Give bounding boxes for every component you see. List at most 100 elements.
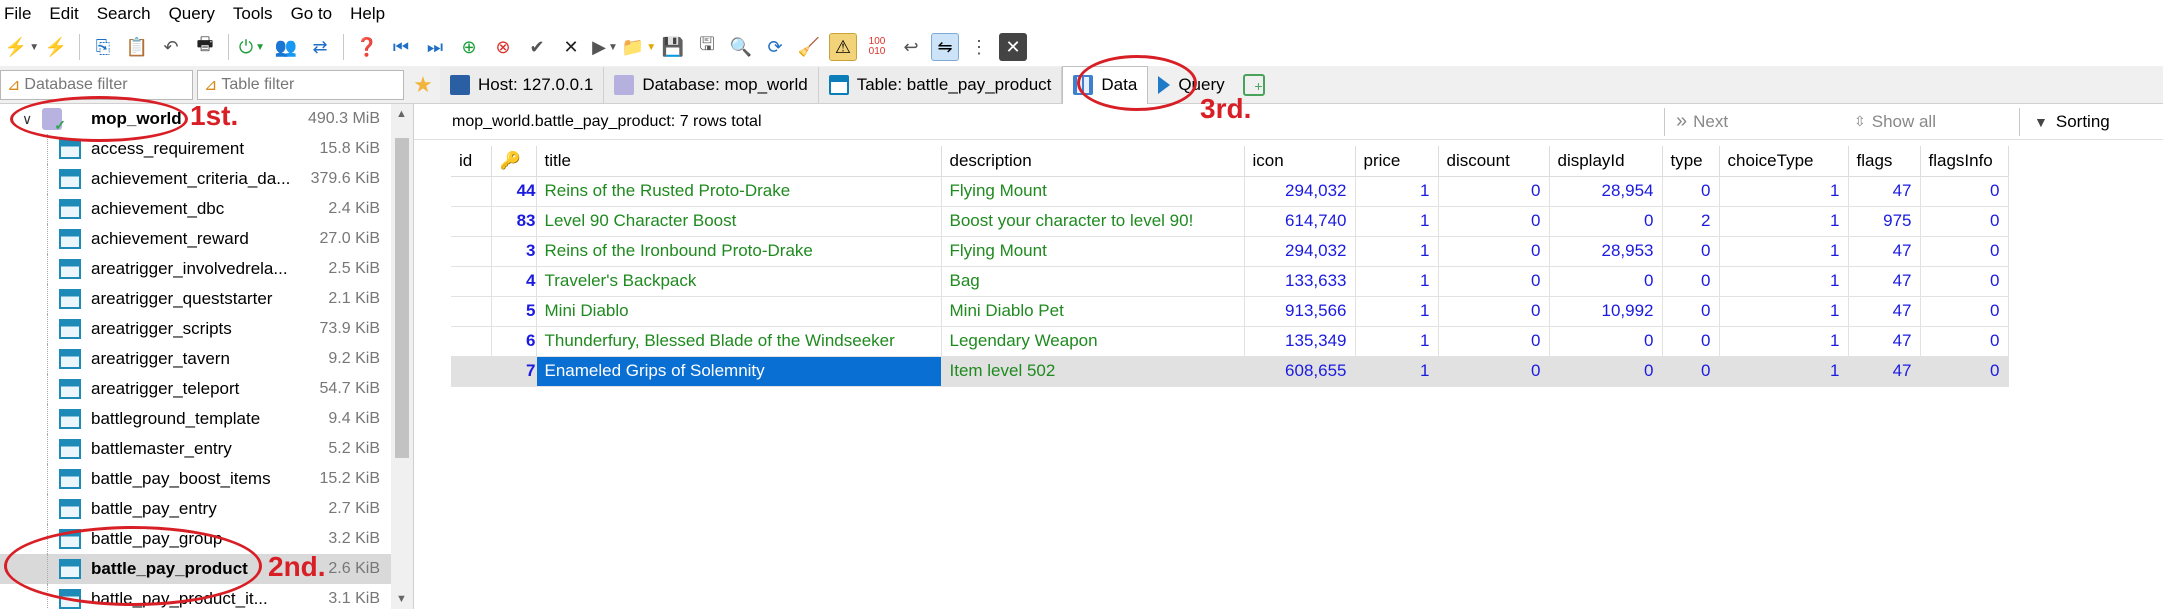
cell-discount[interactable]: 0: [1438, 266, 1550, 297]
cell-choicetype[interactable]: 1: [1719, 296, 1849, 327]
tree-table-item[interactable]: areatrigger_teleport 54.7 KiB: [0, 374, 413, 404]
table-row[interactable]: 5 Mini Diablo Mini Diablo Pet 913,566 1 0 10,9…: [451, 296, 2009, 327]
cell-description[interactable]: Boost your character to level 90!: [941, 206, 1245, 237]
column-header-description[interactable]: description: [941, 146, 1245, 177]
next-button[interactable]: » Next: [1676, 110, 1728, 133]
find-icon[interactable]: 🔍: [727, 33, 755, 61]
table-filter-input[interactable]: ⊿ Table filter: [197, 69, 404, 100]
cell-flagsinfo[interactable]: 0: [1920, 356, 2009, 387]
cell-flags[interactable]: 47: [1848, 176, 1921, 207]
cell-displayid[interactable]: 0: [1549, 326, 1663, 357]
cell-discount[interactable]: 0: [1438, 356, 1550, 387]
cell-price[interactable]: 1: [1355, 236, 1439, 267]
cell-choicetype[interactable]: 1: [1719, 236, 1849, 267]
tree-table-item[interactable]: battleground_template 9.4 KiB: [0, 404, 413, 434]
tab-host[interactable]: Host: 127.0.0.1: [440, 66, 605, 103]
paste-icon[interactable]: 📋: [123, 33, 151, 61]
table-row[interactable]: 4 Traveler's Backpack Bag 133,633 1 0 0 0 1 47 0: [451, 266, 2009, 297]
tree-table-item[interactable]: battlemaster_entry 5.2 KiB: [0, 434, 413, 464]
cell-displayid[interactable]: 28,954: [1549, 176, 1663, 207]
cell-flagsinfo[interactable]: 0: [1920, 176, 2009, 207]
exit-icon[interactable]: ✕: [999, 33, 1027, 61]
cell-id[interactable]: 83: [491, 206, 537, 237]
column-header-key[interactable]: 🔑: [491, 146, 537, 177]
cell-description[interactable]: Flying Mount: [941, 236, 1245, 267]
sync-icon[interactable]: ⇋: [931, 33, 959, 61]
undo-icon[interactable]: ↶: [157, 33, 185, 61]
print-icon[interactable]: 🖶: [191, 33, 219, 61]
cell-flags[interactable]: 975: [1848, 206, 1921, 237]
tree-table-item[interactable]: areatrigger_scripts 73.9 KiB: [0, 314, 413, 344]
cell-displayid[interactable]: 0: [1549, 266, 1663, 297]
menu-tools[interactable]: Tools: [233, 4, 273, 24]
cell-displayid[interactable]: 10,992: [1549, 296, 1663, 327]
menu-query[interactable]: Query: [169, 4, 215, 24]
copy-icon[interactable]: ⎘: [89, 33, 117, 61]
scroll-down-icon[interactable]: ▼: [396, 593, 407, 605]
cell-icon[interactable]: 913,566: [1244, 296, 1356, 327]
menu-help[interactable]: Help: [350, 4, 385, 24]
cell-title[interactable]: Thunderfury, Blessed Blade of the Windse…: [536, 326, 942, 357]
column-header-choicetype[interactable]: choiceType: [1719, 146, 1849, 177]
table-row[interactable]: 83 Level 90 Character Boost Boost your cha…: [451, 206, 2009, 237]
cell-flagsinfo[interactable]: 0: [1920, 206, 2009, 237]
cell-title[interactable]: Mini Diablo: [536, 296, 942, 327]
cell-displayid[interactable]: 0: [1549, 206, 1663, 237]
cell-type[interactable]: 2: [1662, 206, 1720, 237]
cell-title[interactable]: Traveler's Backpack: [536, 266, 942, 297]
last-record-icon[interactable]: ⏭: [421, 33, 449, 61]
cell-id[interactable]: 3: [491, 236, 537, 267]
delete-row-icon[interactable]: ⊗: [489, 33, 517, 61]
cell-price[interactable]: 1: [1355, 296, 1439, 327]
cell-flags[interactable]: 47: [1848, 296, 1921, 327]
cell-icon[interactable]: 294,032: [1244, 176, 1356, 207]
binary-icon[interactable]: 100 010: [863, 33, 891, 61]
column-header-flagsinfo[interactable]: flagsInfo: [1920, 146, 2009, 177]
cell-choicetype[interactable]: 1: [1719, 206, 1849, 237]
column-header-displayid[interactable]: displayId: [1549, 146, 1663, 177]
table-row[interactable]: 6 Thunderfury, Blessed Blade of the Winds…: [451, 326, 2009, 357]
cell-icon[interactable]: 608,655: [1244, 356, 1356, 387]
cell-discount[interactable]: 0: [1438, 176, 1550, 207]
cell-id[interactable]: 5: [491, 296, 537, 327]
save-icon[interactable]: 💾: [659, 33, 687, 61]
tree-table-item[interactable]: achievement_criteria_da... 379.6 KiB: [0, 164, 413, 194]
save-as-icon[interactable]: 🖫: [693, 33, 721, 61]
cancel-edit-icon[interactable]: ✕: [557, 33, 585, 61]
tree-scrollbar[interactable]: ▲ ▼: [391, 104, 413, 609]
sorting-button[interactable]: ▼ Sorting: [2034, 112, 2110, 132]
database-filter-input[interactable]: ⊿ Database filter: [0, 69, 193, 100]
tree-table-item[interactable]: areatrigger_tavern 9.2 KiB: [0, 344, 413, 374]
column-header-price[interactable]: price: [1355, 146, 1439, 177]
cell-flagsinfo[interactable]: 0: [1920, 236, 2009, 267]
cell-displayid[interactable]: 0: [1549, 356, 1663, 387]
column-header-flags[interactable]: flags: [1848, 146, 1921, 177]
cell-discount[interactable]: 0: [1438, 326, 1550, 357]
table-row[interactable]: 3 Reins of the Ironbound Proto-Drake Flyin…: [451, 236, 2009, 267]
cell-title[interactable]: Enameled Grips of Solemnity: [536, 356, 942, 387]
cell-title[interactable]: Level 90 Character Boost: [536, 206, 942, 237]
menu-edit[interactable]: Edit: [49, 4, 78, 24]
first-record-icon[interactable]: ⏮: [387, 33, 415, 61]
cell-type[interactable]: 0: [1662, 296, 1720, 327]
show-all-button[interactable]: ⇳ Show all: [1854, 112, 1936, 132]
menu-goto[interactable]: Go to: [291, 4, 333, 24]
menu-file[interactable]: File: [4, 4, 31, 24]
cell-type[interactable]: 0: [1662, 326, 1720, 357]
cell-description[interactable]: Bag: [941, 266, 1245, 297]
cell-price[interactable]: 1: [1355, 206, 1439, 237]
replace-icon[interactable]: ⟳: [761, 33, 789, 61]
post-row-icon[interactable]: ✔: [523, 33, 551, 61]
cell-description[interactable]: Mini Diablo Pet: [941, 296, 1245, 327]
cell-discount[interactable]: 0: [1438, 236, 1550, 267]
cell-id[interactable]: 44: [491, 176, 537, 207]
favorites-star-icon[interactable]: ★: [406, 72, 440, 98]
cell-flagsinfo[interactable]: 0: [1920, 296, 2009, 327]
wrap-text-icon[interactable]: ↩: [897, 33, 925, 61]
more-icon[interactable]: ⋮: [965, 33, 993, 61]
transfer-icon[interactable]: ⇄: [306, 33, 334, 61]
insert-row-icon[interactable]: ⊕: [455, 33, 483, 61]
tree-table-item[interactable]: achievement_reward 27.0 KiB: [0, 224, 413, 254]
tree-table-item[interactable]: battle_pay_boost_items 15.2 KiB: [0, 464, 413, 494]
tree-scroll-thumb[interactable]: [395, 138, 409, 458]
